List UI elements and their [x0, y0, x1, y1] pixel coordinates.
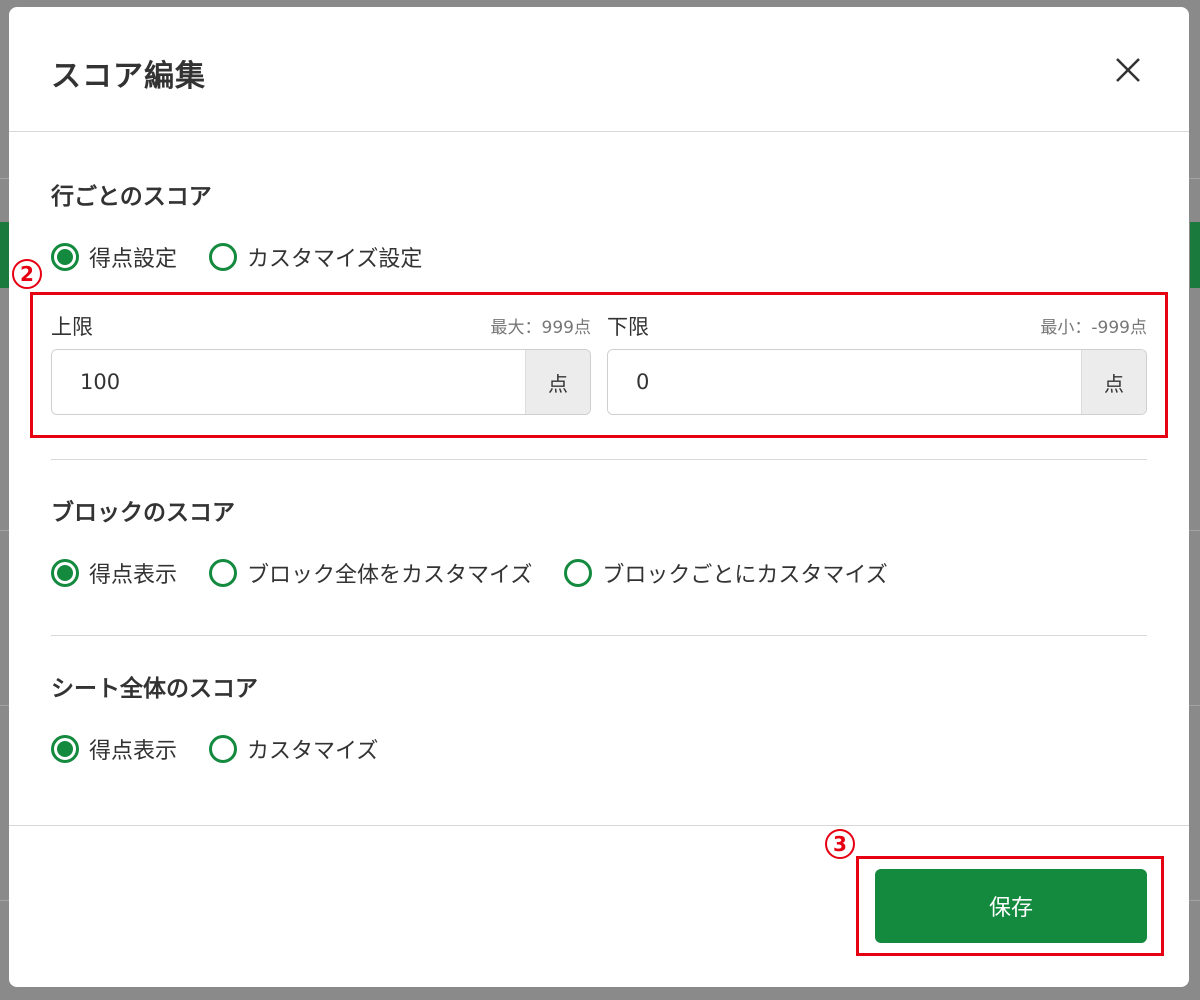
- dialog-header: スコア編集: [9, 7, 1189, 132]
- section-divider: [51, 459, 1147, 460]
- radio-label: カスタマイズ: [247, 739, 379, 764]
- footer-divider: [9, 825, 1189, 826]
- row-score-title: 行ごとのスコア: [51, 184, 212, 210]
- radio-sheet-custom[interactable]: カスタマイズ: [209, 733, 378, 765]
- annotation-box-save: [856, 856, 1164, 956]
- radio-custom-setting[interactable]: カスタマイズ設定: [209, 241, 422, 273]
- score-edit-dialog: スコア編集 行ごとのスコア 得点設定 カスタマイズ設定 上限 最大：999点 下…: [9, 7, 1189, 987]
- radio-label: ブロックごとにカスタマイズ: [602, 563, 888, 588]
- radio-label: 得点設定: [89, 247, 178, 272]
- block-score-title: ブロックのスコア: [51, 500, 235, 526]
- radio-block-custom-all[interactable]: ブロック全体をカスタマイズ: [209, 557, 532, 589]
- radio-unchecked-icon: [209, 559, 238, 587]
- backdrop-accent: [1190, 222, 1200, 288]
- radio-label: 得点表示: [89, 739, 178, 764]
- section-divider: [51, 635, 1147, 636]
- radio-sheet-points-display[interactable]: 得点表示: [51, 733, 177, 765]
- radio-checked-icon: [51, 243, 79, 271]
- annotation-marker-3: 3: [825, 829, 855, 859]
- sheet-score-title: シート全体のスコア: [51, 676, 258, 702]
- annotation-box-limits: [30, 292, 1168, 438]
- close-button[interactable]: [1109, 51, 1147, 89]
- radio-unchecked-icon: [564, 559, 593, 587]
- radio-unchecked-icon: [209, 243, 238, 271]
- block-score-radio-group: 得点表示 ブロック全体をカスタマイズ ブロックごとにカスタマイズ: [51, 557, 920, 589]
- radio-unchecked-icon: [209, 735, 238, 763]
- sheet-score-radio-group: 得点表示 カスタマイズ: [51, 733, 410, 765]
- radio-block-points-display[interactable]: 得点表示: [51, 557, 177, 589]
- radio-checked-icon: [51, 559, 79, 587]
- radio-label: ブロック全体をカスタマイズ: [247, 563, 533, 588]
- radio-points-setting[interactable]: 得点設定: [51, 241, 177, 273]
- radio-checked-icon: [51, 735, 79, 763]
- close-icon: [1116, 58, 1140, 82]
- row-score-radio-group: 得点設定 カスタマイズ設定: [51, 241, 454, 273]
- radio-label: 得点表示: [89, 563, 178, 588]
- radio-block-custom-each[interactable]: ブロックごとにカスタマイズ: [564, 557, 888, 589]
- radio-label: カスタマイズ設定: [247, 247, 423, 272]
- dialog-title: スコア編集: [51, 59, 206, 94]
- annotation-marker-2: 2: [12, 259, 42, 289]
